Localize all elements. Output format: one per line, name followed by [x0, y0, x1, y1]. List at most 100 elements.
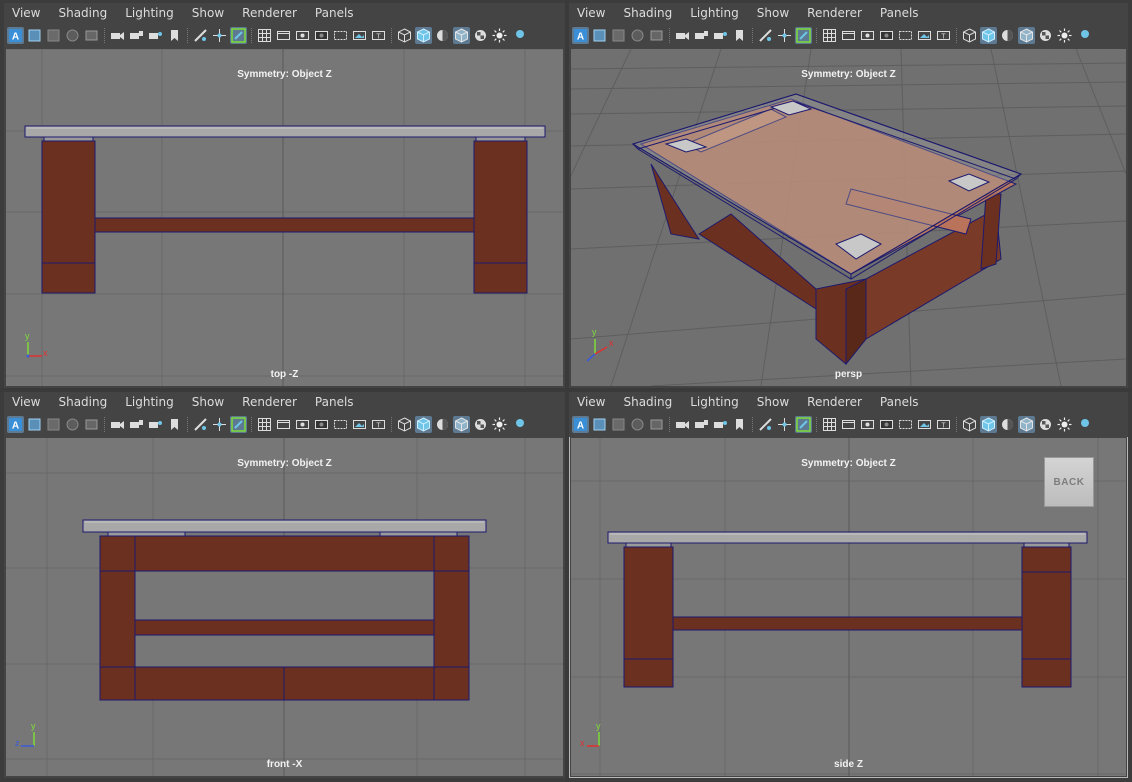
menu-view[interactable]: View — [577, 6, 605, 20]
xray-cube-icon[interactable] — [1018, 27, 1035, 44]
shaded-cube-icon[interactable] — [980, 416, 997, 433]
checker-icon[interactable] — [1037, 27, 1054, 44]
sphere-dark-icon[interactable] — [64, 416, 81, 433]
film-gate-icon[interactable] — [275, 27, 292, 44]
camera-attr-icon[interactable] — [147, 27, 164, 44]
field-chart-icon[interactable] — [332, 416, 349, 433]
menu-show[interactable]: Show — [192, 6, 224, 20]
viewport-persp[interactable]: Symmetry: Object Z persp y x — [571, 49, 1126, 386]
select-all-icon[interactable]: A — [7, 416, 24, 433]
sphere-dark-icon[interactable] — [629, 416, 646, 433]
select-all-icon[interactable]: A — [572, 416, 589, 433]
shadow-icon[interactable] — [1075, 27, 1092, 44]
grid-square-icon[interactable] — [45, 27, 62, 44]
xray-cube-icon[interactable] — [1018, 416, 1035, 433]
menu-view[interactable]: View — [12, 395, 40, 409]
grid-icon[interactable] — [256, 416, 273, 433]
grid-square-icon[interactable] — [45, 416, 62, 433]
light-icon[interactable] — [1056, 27, 1073, 44]
checker-icon[interactable] — [472, 27, 489, 44]
camera-attr-icon[interactable] — [712, 27, 729, 44]
light-icon[interactable] — [491, 27, 508, 44]
gate-mask-icon[interactable] — [878, 27, 895, 44]
checker-icon[interactable] — [1037, 416, 1054, 433]
half-shaded-icon[interactable] — [434, 416, 451, 433]
pan-icon[interactable] — [211, 27, 228, 44]
safe-title-icon[interactable]: T — [370, 27, 387, 44]
menu-show[interactable]: Show — [192, 395, 224, 409]
half-shaded-icon[interactable] — [999, 27, 1016, 44]
panel-side[interactable]: View Shading Lighting Show Renderer Panels AT — [569, 392, 1128, 778]
menu-renderer[interactable]: Renderer — [242, 395, 297, 409]
grid-icon[interactable] — [821, 416, 838, 433]
panel-top[interactable]: View Shading Lighting Show Renderer Panels AT — [4, 3, 565, 388]
menu-panels[interactable]: Panels — [880, 6, 919, 20]
light-icon[interactable] — [1056, 416, 1073, 433]
menu-panels[interactable]: Panels — [315, 395, 354, 409]
resolution-gate-icon[interactable] — [294, 416, 311, 433]
menu-renderer[interactable]: Renderer — [242, 6, 297, 20]
select-frame-icon[interactable] — [591, 27, 608, 44]
xray-cube-icon[interactable] — [453, 27, 470, 44]
view-cube-back-button[interactable]: BACK — [1044, 457, 1094, 507]
wireframe-cube-icon[interactable] — [961, 27, 978, 44]
wireframe-cube-icon[interactable] — [396, 416, 413, 433]
shadow-icon[interactable] — [1075, 416, 1092, 433]
xray-cube-icon[interactable] — [453, 416, 470, 433]
field-chart-icon[interactable] — [332, 27, 349, 44]
pan-icon[interactable] — [211, 416, 228, 433]
checker-icon[interactable] — [472, 416, 489, 433]
ruler-icon[interactable] — [757, 27, 774, 44]
camera-lock-icon[interactable] — [128, 27, 145, 44]
safe-title-icon[interactable]: T — [370, 416, 387, 433]
camera-icon[interactable] — [109, 416, 126, 433]
shaded-cube-icon[interactable] — [415, 27, 432, 44]
pan-icon[interactable] — [776, 416, 793, 433]
gate-mask-icon[interactable] — [313, 416, 330, 433]
viewport-side[interactable]: Symmetry: Object Z side Z BACK y x — [571, 438, 1126, 776]
bookmark-icon[interactable] — [166, 27, 183, 44]
light-icon[interactable] — [491, 416, 508, 433]
shadow-icon[interactable] — [510, 27, 527, 44]
camera-attr-icon[interactable] — [147, 416, 164, 433]
viewport-top[interactable]: Symmetry: Object Z top -Z y x — [6, 49, 563, 386]
safe-action-icon[interactable] — [351, 27, 368, 44]
menu-view[interactable]: View — [577, 395, 605, 409]
grid-square-icon[interactable] — [610, 416, 627, 433]
menu-shading[interactable]: Shading — [58, 6, 107, 20]
select-all-icon[interactable]: A — [572, 27, 589, 44]
menu-shading[interactable]: Shading — [623, 395, 672, 409]
wireframe-cube-icon[interactable] — [396, 27, 413, 44]
ruler-icon[interactable] — [192, 27, 209, 44]
gate-mask-icon[interactable] — [878, 416, 895, 433]
bookmark-icon[interactable] — [731, 27, 748, 44]
image-icon[interactable] — [83, 27, 100, 44]
grid-icon[interactable] — [256, 27, 273, 44]
camera-lock-icon[interactable] — [128, 416, 145, 433]
camera-attr-icon[interactable] — [712, 416, 729, 433]
bookmark-icon[interactable] — [166, 416, 183, 433]
pencil-icon[interactable] — [230, 416, 247, 433]
film-gate-icon[interactable] — [275, 416, 292, 433]
field-chart-icon[interactable] — [897, 416, 914, 433]
safe-action-icon[interactable] — [916, 27, 933, 44]
viewport-front[interactable]: Symmetry: Object Z front -X y z — [6, 438, 563, 776]
menu-shading[interactable]: Shading — [623, 6, 672, 20]
sphere-dark-icon[interactable] — [64, 27, 81, 44]
safe-action-icon[interactable] — [351, 416, 368, 433]
shaded-cube-icon[interactable] — [980, 27, 997, 44]
menu-view[interactable]: View — [12, 6, 40, 20]
menu-panels[interactable]: Panels — [880, 395, 919, 409]
camera-icon[interactable] — [674, 416, 691, 433]
field-chart-icon[interactable] — [897, 27, 914, 44]
half-shaded-icon[interactable] — [999, 416, 1016, 433]
resolution-gate-icon[interactable] — [859, 416, 876, 433]
menu-lighting[interactable]: Lighting — [690, 6, 739, 20]
sphere-dark-icon[interactable] — [629, 27, 646, 44]
menu-show[interactable]: Show — [757, 395, 789, 409]
menu-show[interactable]: Show — [757, 6, 789, 20]
resolution-gate-icon[interactable] — [294, 27, 311, 44]
wireframe-cube-icon[interactable] — [961, 416, 978, 433]
resolution-gate-icon[interactable] — [859, 27, 876, 44]
half-shaded-icon[interactable] — [434, 27, 451, 44]
